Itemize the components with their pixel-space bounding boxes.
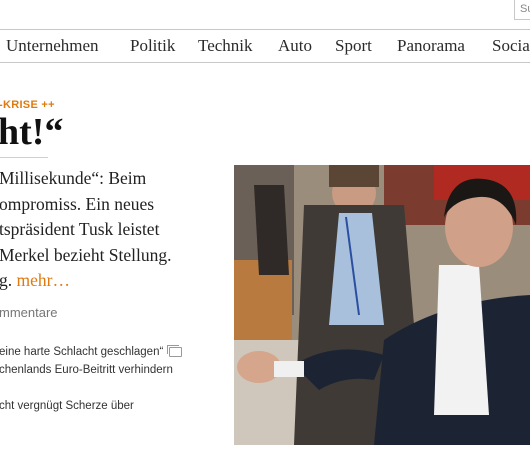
search-input[interactable]: Su (514, 0, 530, 20)
nav-item-panorama[interactable]: Panorama (397, 36, 465, 56)
headline-divider (0, 157, 48, 158)
related-link[interactable]: eine harte Schlacht geschlagen“ (0, 343, 214, 361)
teaser-last-prefix: g. (0, 270, 13, 290)
main-navigation: Unternehmen Politik Technik Auto Sport P… (0, 29, 530, 63)
teaser-line-last: g. mehr… (0, 268, 204, 294)
nav-item-unternehmen[interactable]: Unternehmen (6, 36, 99, 56)
related-link-text: eine harte Schlacht geschlagen“ (0, 346, 164, 358)
nav-item-sport[interactable]: Sport (335, 36, 372, 56)
nav-item-technik[interactable]: Technik (198, 36, 253, 56)
teaser-line: Merkel bezieht Stellung. (0, 244, 172, 265)
teaser-line: Millisekunde“: Beim (0, 168, 147, 188)
more-link[interactable]: mehr… (17, 270, 70, 290)
teaser-line: tspräsident Tusk leistet (0, 219, 160, 239)
nav-item-politik[interactable]: Politik (130, 36, 175, 56)
article-teaser: Millisekunde“: Beim ompromiss. Ein neues… (0, 166, 204, 294)
nav-item-social[interactable]: Socia (492, 36, 530, 56)
gallery-icon (167, 344, 183, 357)
article-headline[interactable]: ht!“ (0, 110, 63, 154)
article-photo[interactable] (234, 165, 530, 445)
teaser-line: ompromiss. Ein neues (0, 193, 155, 214)
related-link[interactable]: cht vergnügt Scherze über (0, 397, 214, 415)
nav-item-auto[interactable]: Auto (278, 36, 312, 56)
search-placeholder: Su (520, 3, 530, 15)
article-photo-illustration (234, 165, 530, 445)
related-link[interactable]: chenlands Euro-Beitritt verhindern (0, 361, 214, 379)
related-link-text: cht vergnügt Scherze über (0, 400, 134, 412)
comments-link[interactable]: mmentare (0, 305, 58, 320)
related-link-text: chenlands Euro-Beitritt verhindern (0, 364, 173, 376)
